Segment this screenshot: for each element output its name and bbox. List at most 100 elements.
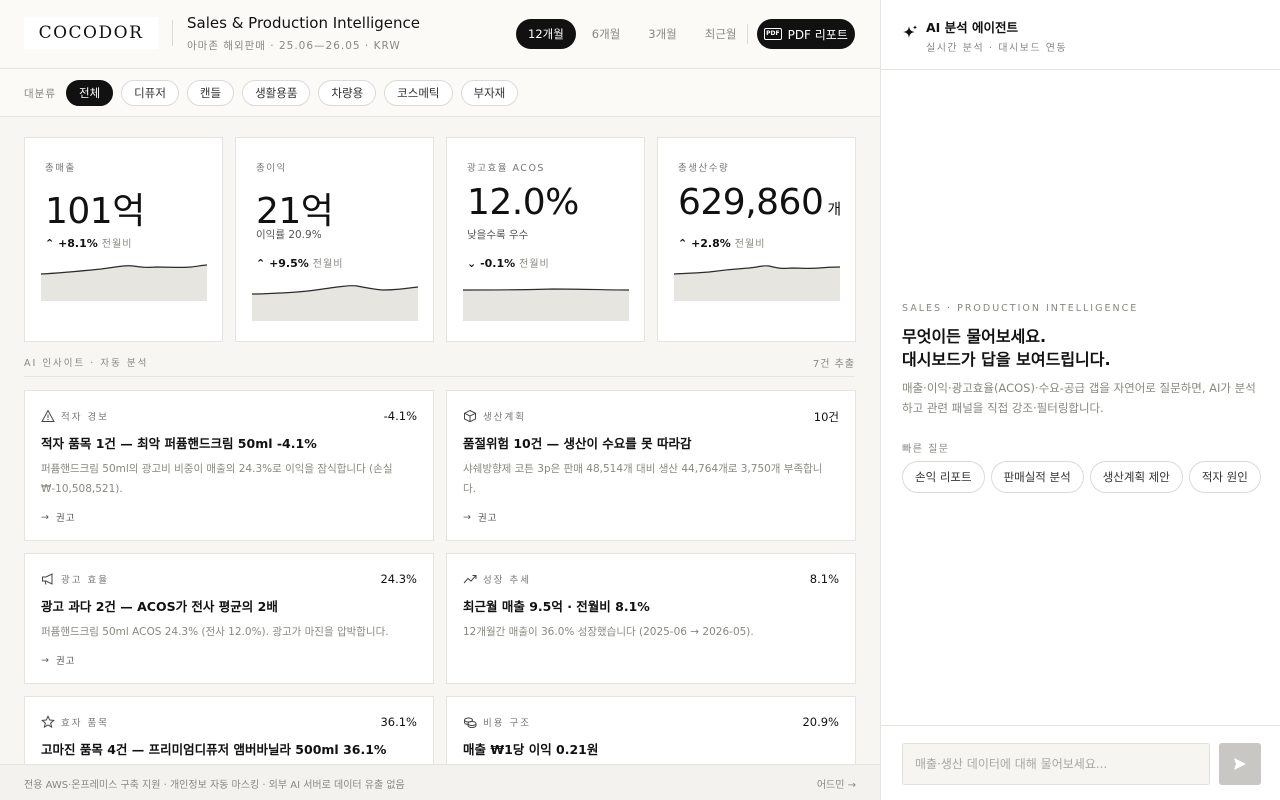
kpi-value: 101억 <box>45 191 145 232</box>
insight-card-growth[interactable]: 성장 추세 8.1% 최근월 매출 9.5억 · 전월비 8.1% 12개월간 … <box>446 553 856 684</box>
panel-intro: 매출·이익·광고효율(ACOS)·수요-공급 갭을 자연어로 질문하면, AI가… <box>902 381 1256 415</box>
arrow-right-icon: → <box>41 654 50 666</box>
insight-action[interactable]: → 권고 <box>463 510 497 525</box>
insight-metric: 10건 <box>813 410 839 424</box>
insight-category: 광고 효율 <box>41 572 109 586</box>
arrow-right-icon: → <box>41 511 50 523</box>
insight-title: 최근월 매출 9.5억 · 전월비 8.1% <box>463 599 650 614</box>
chip-all[interactable]: 전체 <box>66 80 114 106</box>
box-icon <box>464 409 476 423</box>
kpi-label: 총이익 <box>256 163 287 174</box>
insight-desc: 퍼퓸핸드크림 50ml ACOS 24.3% (전사 12.0%). 광고가 마… <box>41 626 389 638</box>
insight-card-ads[interactable]: 광고 효율 24.3% 광고 과다 2건 — ACOS가 전사 평균의 2배 퍼… <box>24 553 434 684</box>
chip-materials[interactable]: 부자재 <box>460 80 519 106</box>
insight-category: 생산계획 <box>463 409 526 423</box>
insight-metric: 24.3% <box>380 572 417 586</box>
period-12m[interactable]: 12개월 <box>516 19 576 49</box>
pdf-report-label: PDF 리포트 <box>787 27 848 42</box>
page-title: Sales & Production Intelligence <box>187 14 421 32</box>
insights-header: AI 인사이트 · 자동 분석 7건 추출 <box>24 355 855 377</box>
arrow-up-icon: ⌃ <box>45 237 55 250</box>
quick-questions-label: 빠른 질문 <box>902 444 950 455</box>
insight-card-loss[interactable]: 적자 경보 -4.1% 적자 품목 1건 — 최악 퍼퓸핸드크림 50ml -4… <box>24 390 434 541</box>
header-divider-2 <box>747 24 748 44</box>
send-icon <box>1234 758 1246 770</box>
period-selector: 12개월 6개월 3개월 최근월 <box>516 19 749 49</box>
chip-household[interactable]: 생활용품 <box>242 80 311 106</box>
panel-title: AI 분석 에이전트 <box>926 20 1019 35</box>
period-6m[interactable]: 6개월 <box>580 19 632 49</box>
sparkline-profit <box>252 284 418 321</box>
kpi-label: 총생산수량 <box>678 163 730 174</box>
insight-title: 광고 과다 2건 — ACOS가 전사 평균의 2배 <box>41 599 278 614</box>
quick-question-sales[interactable]: 판매실적 분석 <box>990 461 1084 493</box>
chip-diffuser[interactable]: 디퓨저 <box>121 80 179 106</box>
insight-title: 품절위험 10건 — 생산이 수요를 못 따라감 <box>463 436 692 451</box>
admin-link[interactable]: 어드민 → <box>817 776 856 791</box>
sparkline-production <box>674 265 840 301</box>
insights-title: AI 인사이트 · 자동 분석 <box>24 358 149 369</box>
star-icon <box>41 715 55 729</box>
sparkline-acos <box>463 288 629 321</box>
panel-subtitle: 실시간 분석 · 대시보드 연동 <box>926 43 1068 54</box>
insight-card-stockout[interactable]: 생산계획 10건 품절위험 10건 — 생산이 수요를 못 따라감 샤쉐방향제 … <box>446 390 856 541</box>
footer-text: 전용 AWS·온프레미스 구축 지원 · 개인정보 자동 마스킹 · 외부 AI… <box>24 780 405 791</box>
arrow-up-icon: ⌃ <box>256 257 266 270</box>
insight-metric: 20.9% <box>802 715 839 729</box>
chip-car[interactable]: 차량용 <box>318 80 377 106</box>
ai-agent-panel: AI 분석 에이전트 실시간 분석 · 대시보드 연동 SALES · PROD… <box>880 0 1280 800</box>
panel-eyebrow: SALES · PRODUCTION INTELLIGENCE <box>902 303 1139 314</box>
insight-action[interactable]: → 권고 <box>41 653 75 668</box>
kpi-delta: ⌄ -0.1% 전월비 <box>467 257 550 270</box>
megaphone-icon <box>42 573 53 585</box>
chip-cosmetic[interactable]: 코스메틱 <box>384 80 453 106</box>
filter-label: 대분류 <box>24 88 56 100</box>
arrow-up-icon: ⌃ <box>678 237 688 250</box>
chat-input[interactable] <box>902 743 1210 785</box>
insight-category: 비용 구조 <box>463 715 531 729</box>
insight-category: 성장 추세 <box>463 572 531 586</box>
period-3m[interactable]: 3개월 <box>636 19 688 49</box>
kpi-card-revenue[interactable]: 총매출 101억 ⌃ +8.1% 전월비 <box>24 137 223 342</box>
kpi-card-acos[interactable]: 광고효율 ACOS 12.0% 낮을수록 우수 ⌄ -0.1% 전월비 <box>446 137 645 342</box>
kpi-sub: 낮을수록 우수 <box>467 229 529 241</box>
insight-title: 적자 품목 1건 — 최악 퍼퓸핸드크림 50ml -4.1% <box>41 436 317 451</box>
insight-desc: 퍼퓸핸드크림 50ml의 광고비 비중이 매출의 24.3%로 이익을 잠식합니… <box>41 463 393 495</box>
quick-question-pnl[interactable]: 손익 리포트 <box>902 461 985 493</box>
chip-candle[interactable]: 캔들 <box>186 80 235 106</box>
chat-composer <box>881 725 1280 800</box>
kpi-value: 629,860 개 <box>678 182 841 223</box>
dashboard-main: COCODOR Sales & Production Intelligence … <box>0 0 880 800</box>
period-latest[interactable]: 최근월 <box>693 19 749 49</box>
kpi-delta: ⌃ +9.5% 전월비 <box>256 257 344 270</box>
insight-metric: 36.1% <box>380 715 417 729</box>
top-header: COCODOR Sales & Production Intelligence … <box>0 0 880 69</box>
panel-header: AI 분석 에이전트 실시간 분석 · 대시보드 연동 <box>881 0 1280 70</box>
category-filter-bar: 대분류 전체 디퓨저 캔들 생활용품 차량용 코스메틱 부자재 <box>0 69 880 117</box>
footer-bar: 전용 AWS·온프레미스 구축 지원 · 개인정보 자동 마스킹 · 외부 AI… <box>0 764 880 800</box>
kpi-delta: ⌃ +2.8% 전월비 <box>678 237 766 250</box>
insight-desc: 샤쉐방향제 코튼 3p은 판매 48,514개 대비 생산 44,764개로 3… <box>463 463 823 495</box>
kpi-value: 12.0% <box>467 182 579 223</box>
category-chips: 전체 디퓨저 캔들 생활용품 차량용 코스메틱 부자재 <box>66 80 519 106</box>
pdf-icon: PDF <box>764 28 782 40</box>
logo-text: COCODOR <box>38 23 144 43</box>
kpi-card-profit[interactable]: 총이익 21억 이익률 20.9% ⌃ +9.5% 전월비 <box>235 137 434 342</box>
trend-up-icon <box>463 575 477 584</box>
sparkle-icon <box>903 25 918 38</box>
insight-category: 효자 품목 <box>41 715 109 729</box>
insight-action[interactable]: → 권고 <box>41 510 75 525</box>
quick-question-production[interactable]: 생산계획 제안 <box>1089 461 1183 493</box>
panel-headline: 무엇이든 물어보세요. 대시보드가 답을 보여드립니다. <box>902 327 1111 369</box>
pdf-report-button[interactable]: PDF PDF 리포트 <box>757 19 855 49</box>
quick-question-loss[interactable]: 적자 원인 <box>1188 461 1261 493</box>
warning-icon <box>41 409 55 422</box>
insight-category: 적자 경보 <box>41 409 109 423</box>
kpi-delta: ⌃ +8.1% 전월비 <box>45 237 133 250</box>
insight-metric: -4.1% <box>383 409 417 423</box>
quick-questions: 손익 리포트 판매실적 분석 생산계획 제안 적자 원인 <box>902 461 1261 493</box>
send-button[interactable] <box>1219 743 1261 785</box>
arrow-down-icon: ⌄ <box>467 257 477 270</box>
kpi-card-production[interactable]: 총생산수량 629,860 개 ⌃ +2.8% 전월비 <box>657 137 856 342</box>
brand-logo[interactable]: COCODOR <box>24 17 158 49</box>
